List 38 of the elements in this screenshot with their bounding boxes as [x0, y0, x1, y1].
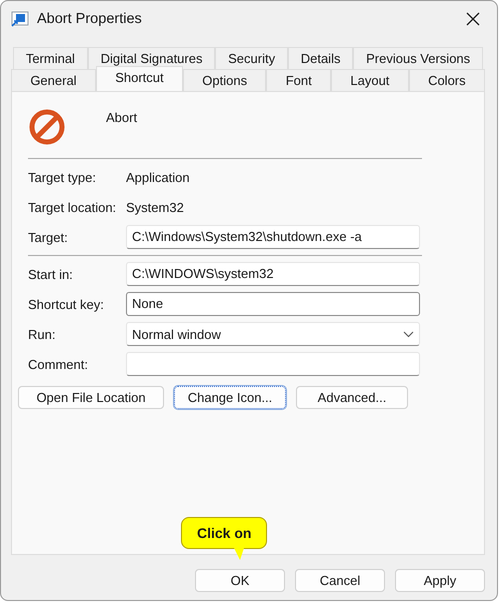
- field-label: Start in:: [28, 266, 74, 282]
- tab[interactable]: Digital Signatures: [88, 47, 216, 69]
- field-label: Comment:: [28, 356, 89, 372]
- action-button[interactable]: Advanced...: [296, 386, 408, 409]
- hotkey-field[interactable]: None: [126, 292, 420, 316]
- prohibited-sign-icon: [28, 108, 66, 146]
- tab[interactable]: Details: [288, 47, 354, 69]
- field-label: Target:: [28, 230, 69, 244]
- tab[interactable]: Terminal: [13, 47, 88, 69]
- action-button[interactable]: Change Icon...: [174, 386, 286, 409]
- tab[interactable]: Layout: [331, 69, 409, 91]
- tab[interactable]: Security: [215, 47, 288, 69]
- field-value: Application: [126, 170, 190, 184]
- tab[interactable]: Previous Versions: [353, 47, 483, 69]
- field-value: System32: [126, 200, 184, 214]
- dialog-button[interactable]: Apply: [395, 569, 485, 592]
- chevron-down-icon: [403, 330, 414, 338]
- window-title: Abort Properties: [37, 11, 143, 27]
- callout-text: Click on: [197, 525, 252, 541]
- tab[interactable]: General: [11, 69, 96, 91]
- text-field[interactable]: [126, 352, 420, 376]
- field-label: Target type:: [28, 170, 97, 184]
- close-icon[interactable]: [465, 11, 481, 27]
- field-label: Shortcut key:: [28, 296, 105, 312]
- tab[interactable]: Colors: [408, 69, 485, 91]
- run-dropdown[interactable]: Normal window: [126, 322, 420, 346]
- dialog-button[interactable]: OK: [195, 569, 285, 592]
- tab[interactable]: Options: [182, 69, 266, 91]
- field-label: Run:: [28, 326, 56, 342]
- text-field[interactable]: C:\WINDOWS\system32: [126, 262, 420, 286]
- shortcut-name: Abort: [106, 110, 138, 125]
- tab[interactable]: Font: [266, 69, 332, 91]
- field-label: Target location:: [28, 200, 118, 214]
- dialog-button[interactable]: Cancel: [295, 569, 385, 592]
- action-button[interactable]: Open File Location: [18, 386, 164, 409]
- tab[interactable]: Shortcut: [96, 66, 183, 91]
- text-field[interactable]: C:\Windows\System32\shutdown.exe -a: [126, 225, 420, 249]
- shortcut-app-icon: [11, 11, 29, 27]
